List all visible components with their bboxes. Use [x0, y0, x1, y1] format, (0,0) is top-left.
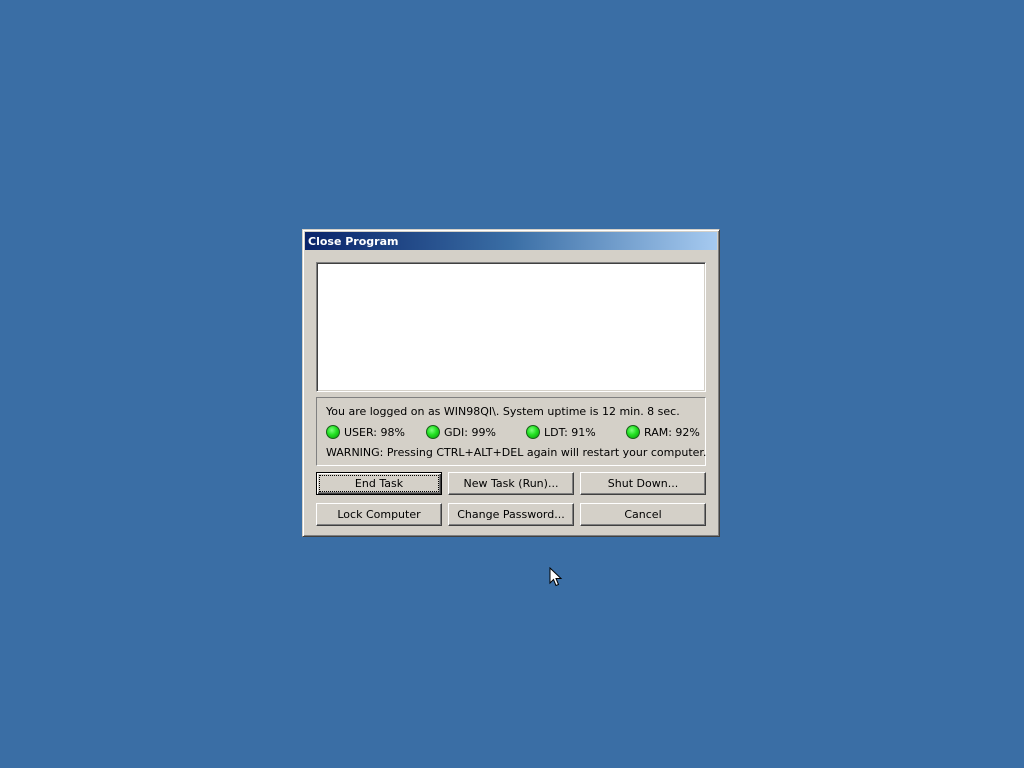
resource-label: GDI: 99%: [444, 425, 496, 439]
resource-gdi: GDI: 99%: [426, 423, 496, 441]
lock-computer-button[interactable]: Lock Computer: [316, 503, 442, 526]
shut-down-button[interactable]: Shut Down...: [580, 472, 706, 495]
change-password-label: Change Password...: [457, 508, 565, 521]
shut-down-label: Shut Down...: [607, 477, 679, 490]
close-program-dialog: Close Program You are logged on as WIN98…: [302, 229, 720, 537]
resource-meters: USER: 98% GDI: 99% LDT: 91% RAM: 92%: [326, 423, 702, 441]
resource-ram: RAM: 92%: [626, 423, 700, 441]
green-led-icon: [426, 425, 440, 439]
dialog-title: Close Program: [308, 234, 399, 248]
task-list[interactable]: [316, 262, 706, 392]
change-password-button[interactable]: Change Password...: [448, 503, 574, 526]
resource-label: USER: 98%: [344, 425, 405, 439]
end-task-button[interactable]: End Task: [316, 472, 442, 495]
resource-user: USER: 98%: [326, 423, 405, 441]
desktop: Close Program You are logged on as WIN98…: [0, 0, 1024, 768]
lock-computer-label: Lock Computer: [337, 508, 421, 521]
logon-status-text: You are logged on as WIN98QI\. System up…: [326, 405, 680, 418]
resource-label: LDT: 91%: [544, 425, 596, 439]
green-led-icon: [526, 425, 540, 439]
new-task-label: New Task (Run)...: [463, 477, 559, 490]
end-task-label: End Task: [318, 475, 440, 492]
new-task-button[interactable]: New Task (Run)...: [448, 472, 574, 495]
green-led-icon: [626, 425, 640, 439]
resource-ldt: LDT: 91%: [526, 423, 596, 441]
warning-text: WARNING: Pressing CTRL+ALT+DEL again wil…: [326, 446, 707, 459]
title-bar[interactable]: Close Program: [305, 232, 717, 250]
cancel-button[interactable]: Cancel: [580, 503, 706, 526]
arrow-cursor-icon: [549, 567, 563, 587]
green-led-icon: [326, 425, 340, 439]
cancel-label: Cancel: [624, 508, 662, 521]
system-info-panel: You are logged on as WIN98QI\. System up…: [316, 397, 706, 466]
resource-label: RAM: 92%: [644, 425, 700, 439]
